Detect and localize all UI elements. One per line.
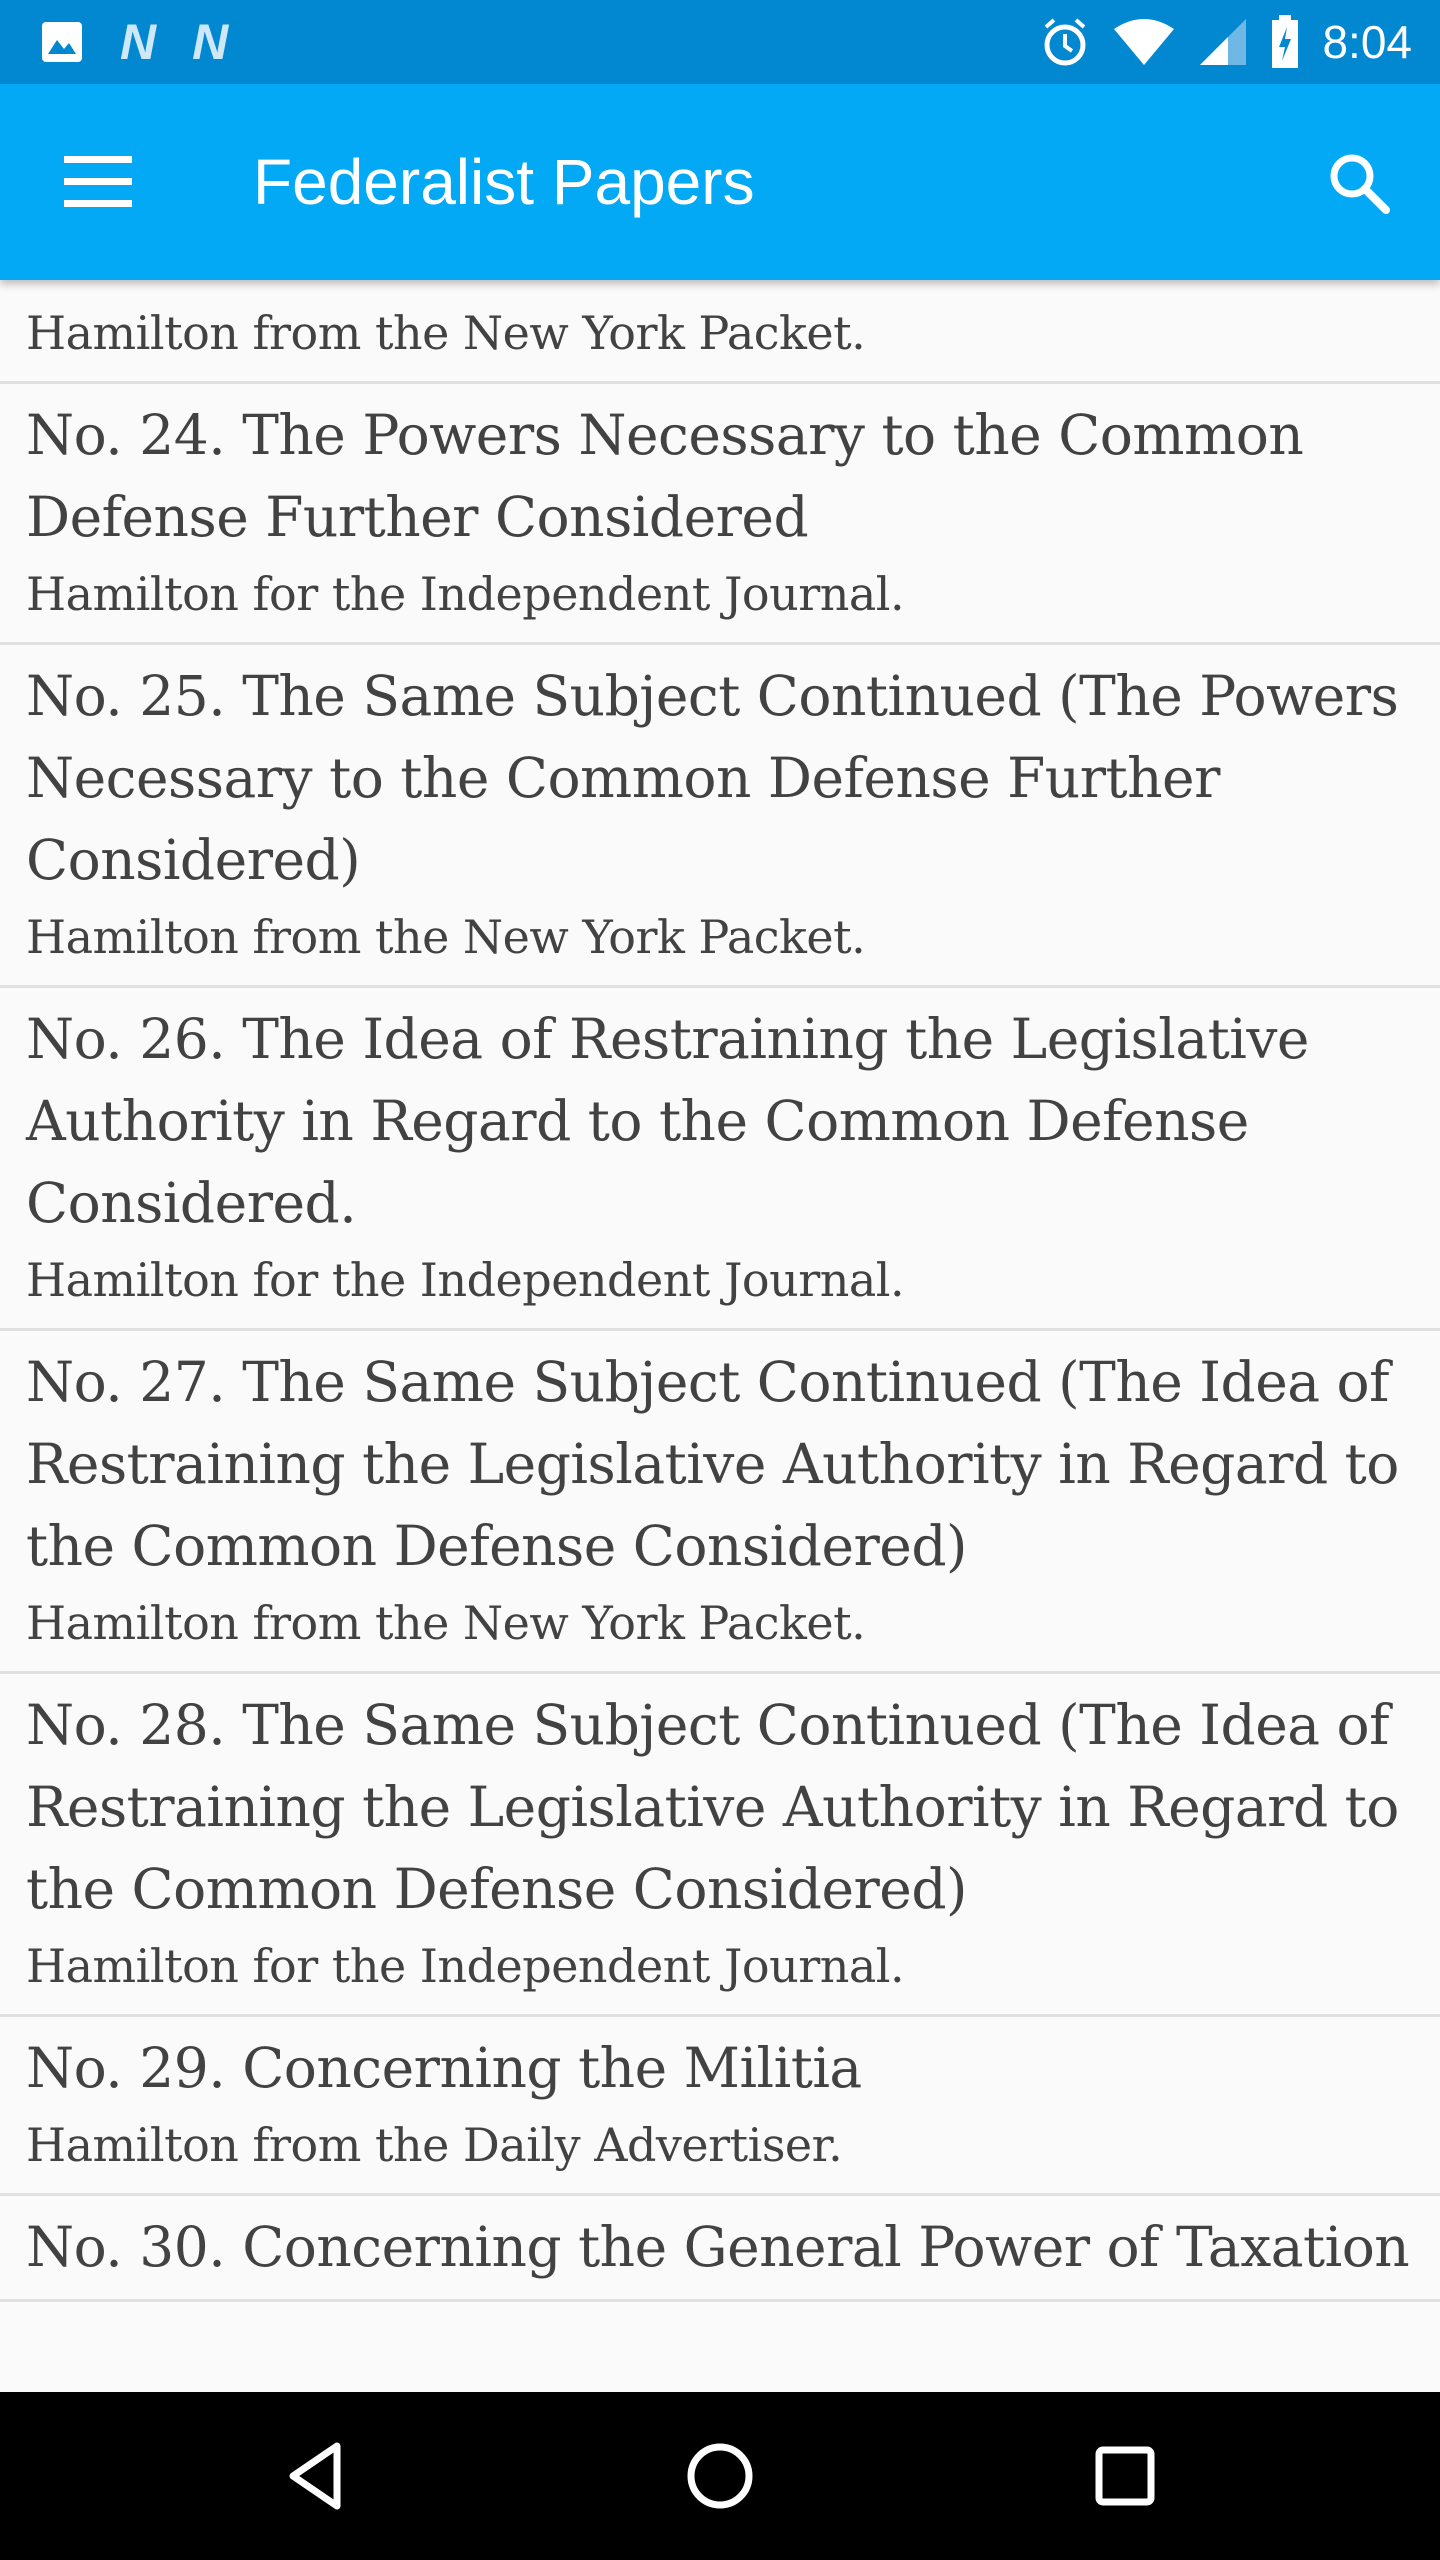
list-item[interactable]: No. 27. The Same Subject Continued (The … bbox=[0, 1331, 1440, 1674]
paper-source: Hamilton from the New York Packet. bbox=[26, 910, 866, 964]
list-item[interactable]: No. 30. Concerning the General Power of … bbox=[0, 2196, 1440, 2302]
battery-charging-icon bbox=[1272, 15, 1299, 68]
wifi-icon bbox=[1114, 19, 1175, 65]
image-icon bbox=[42, 22, 82, 62]
list-item[interactable]: No. 25. The Same Subject Continued (The … bbox=[0, 645, 1440, 988]
page-title: Federalist Papers bbox=[253, 146, 755, 218]
n-notification-icon: N bbox=[120, 14, 157, 70]
paper-source: Hamilton for the Independent Journal. bbox=[26, 1253, 905, 1307]
search-icon[interactable] bbox=[1320, 144, 1400, 224]
list-item[interactable]: No. 28. The Same Subject Continued (The … bbox=[0, 1674, 1440, 2017]
status-bar: N N 8:04 bbox=[0, 0, 1440, 84]
paper-source: Hamilton for the Independent Journal. bbox=[26, 1939, 905, 1993]
paper-title: No. 25. The Same Subject Continued (The … bbox=[26, 664, 1399, 892]
home-circle-icon[interactable] bbox=[670, 2426, 770, 2526]
paper-title: the Union bbox=[26, 280, 1426, 297]
paper-title: No. 24. The Powers Necessary to the Comm… bbox=[26, 403, 1304, 549]
paper-title: No. 30. Concerning the General Power of … bbox=[26, 2215, 1410, 2279]
hamburger-menu-icon[interactable] bbox=[64, 156, 132, 208]
paper-title: No. 28. The Same Subject Continued (The … bbox=[26, 1693, 1399, 1921]
recents-square-icon[interactable] bbox=[1075, 2426, 1175, 2526]
paper-title: No. 27. The Same Subject Continued (The … bbox=[26, 1350, 1399, 1578]
list-item[interactable]: No. 29. Concerning the Militia Hamilton f… bbox=[0, 2017, 1440, 2196]
signal-icon bbox=[1200, 19, 1247, 65]
paper-source: Hamilton from the New York Packet. bbox=[26, 306, 866, 360]
status-time: 8:04 bbox=[1322, 16, 1412, 68]
n-notification-icon: N bbox=[192, 14, 229, 70]
back-triangle-icon[interactable] bbox=[265, 2426, 365, 2526]
paper-source: Hamilton from the New York Packet. bbox=[26, 1596, 866, 1650]
paper-title: No. 26. The Idea of Restraining the Legi… bbox=[26, 1007, 1309, 1235]
paper-source: Hamilton from the Daily Advertiser. bbox=[26, 2118, 843, 2172]
papers-list[interactable]: the Union Hamilton from the New York Pack… bbox=[0, 280, 1440, 2392]
list-item[interactable]: No. 26. The Idea of Restraining the Legi… bbox=[0, 988, 1440, 1331]
alarm-icon bbox=[1044, 18, 1086, 66]
list-item[interactable]: No. 24. The Powers Necessary to the Comm… bbox=[0, 384, 1440, 645]
paper-title: No. 29. Concerning the Militia bbox=[26, 2036, 862, 2100]
paper-source: Hamilton for the Independent Journal. bbox=[26, 567, 905, 621]
list-item[interactable]: the Union Hamilton from the New York Pack… bbox=[0, 280, 1440, 384]
navigation-bar bbox=[0, 2392, 1440, 2560]
app-bar: Federalist Papers bbox=[0, 84, 1440, 280]
